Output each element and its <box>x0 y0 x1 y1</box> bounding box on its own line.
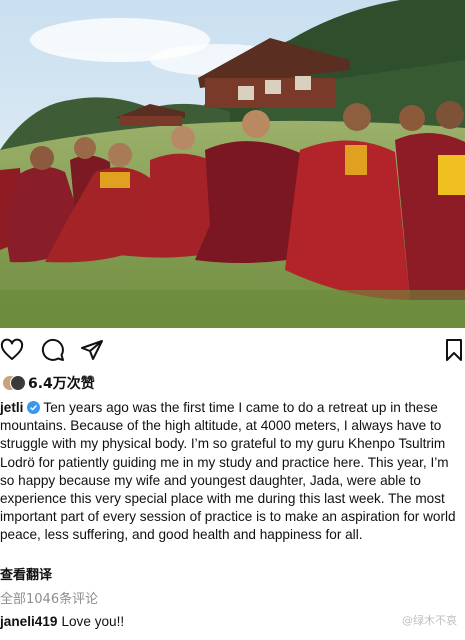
avatar <box>10 375 26 391</box>
comment-row: janeli419 Love you!! <box>0 614 124 629</box>
post-photo[interactable] <box>0 0 465 328</box>
verified-icon <box>27 401 41 414</box>
view-all-comments-link[interactable]: 全部1046条评论 <box>0 588 98 607</box>
caption-username[interactable]: jetli <box>0 400 23 415</box>
comment-text: Love you!! <box>61 614 125 629</box>
liker-avatars <box>2 375 26 391</box>
see-translation-link[interactable]: 查看翻译 <box>0 564 52 583</box>
post-action-bar <box>0 332 465 368</box>
caption-text: Ten years ago was the first time I came … <box>0 400 456 543</box>
watermark: @绿木不哀 <box>402 614 457 627</box>
bookmark-icon[interactable] <box>442 338 465 362</box>
likes-row[interactable]: 6.4万次赞 <box>0 372 95 394</box>
share-icon[interactable] <box>80 338 104 362</box>
post-caption: jetli Ten years ago was the first time I … <box>0 399 461 545</box>
comment-icon[interactable] <box>41 338 65 362</box>
comment-username[interactable]: janeli419 <box>0 614 57 629</box>
heart-icon[interactable] <box>0 338 24 362</box>
likes-count[interactable]: 6.4万次赞 <box>28 373 95 393</box>
photo-monks-on-hillside <box>0 0 465 328</box>
